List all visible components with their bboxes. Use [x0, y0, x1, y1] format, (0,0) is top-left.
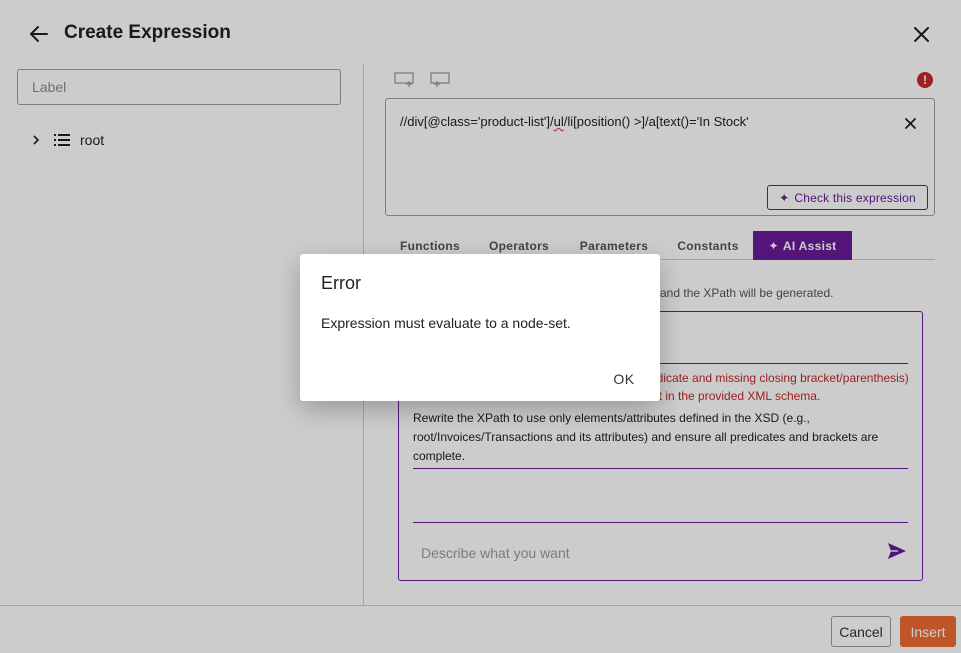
dialog-title: Error — [321, 273, 361, 293]
ok-button[interactable]: OK — [606, 368, 642, 390]
error-dialog: Error Expression must evaluate to a node… — [300, 254, 660, 401]
dialog-message: Expression must evaluate to a node-set. — [321, 315, 571, 331]
